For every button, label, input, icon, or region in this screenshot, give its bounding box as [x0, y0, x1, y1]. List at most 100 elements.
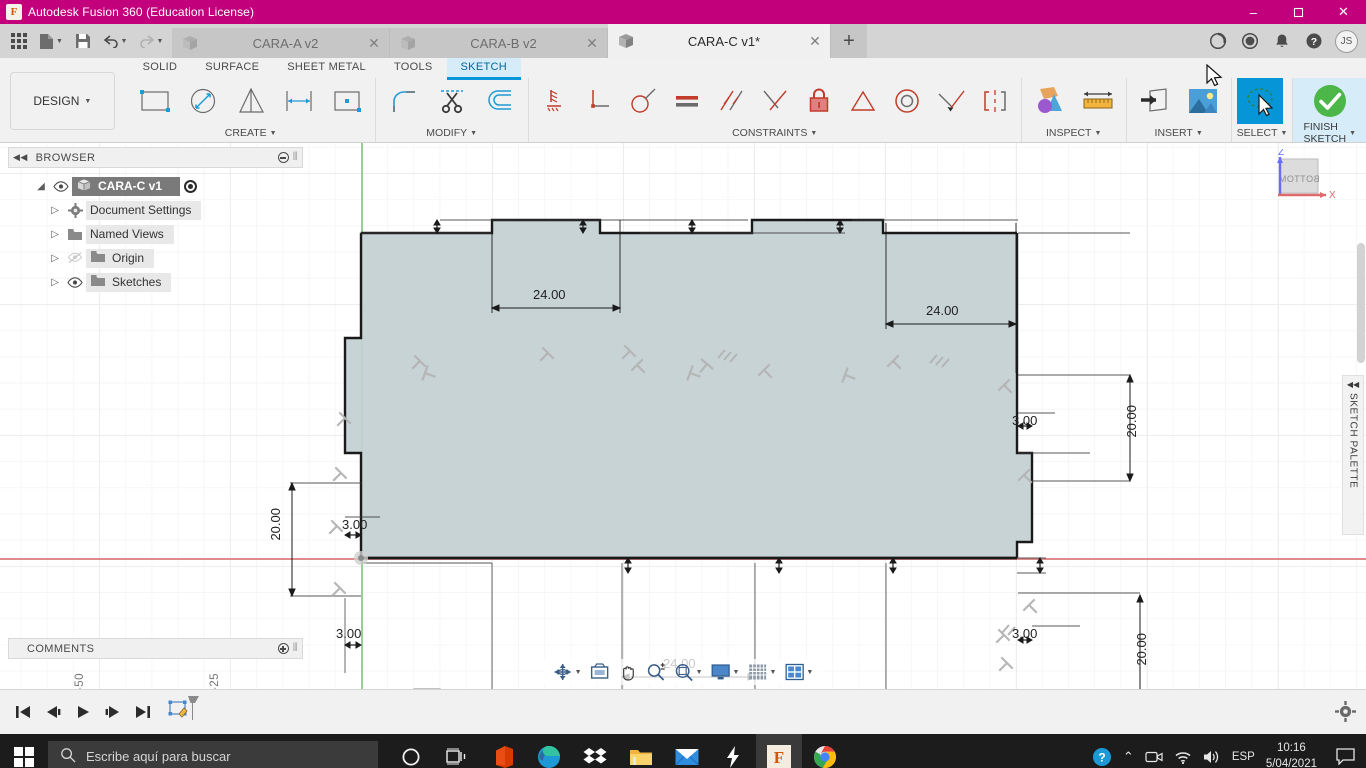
dimension-label[interactable]: 24.00 [533, 287, 566, 302]
dropbox-icon[interactable] [572, 734, 618, 768]
new-file-icon[interactable]: ▼ [34, 28, 68, 54]
save-icon[interactable] [70, 28, 96, 54]
sketch-top-edge[interactable] [361, 218, 1017, 235]
workspace-switcher-button[interactable]: DESIGN ▼ [10, 72, 115, 130]
group-label-constraints[interactable]: CONSTRAINTS ▼ [534, 124, 1016, 142]
help-icon[interactable]: ? [1303, 30, 1325, 52]
display-settings-icon[interactable]: ▼ [708, 663, 743, 681]
notifications-bell-icon[interactable] [1271, 30, 1293, 52]
document-tab-cara-a[interactable]: CARA-A v2 ✕ [172, 28, 390, 58]
browser-node[interactable]: Document Settings [86, 200, 202, 220]
jump-to-end-icon[interactable] [128, 697, 158, 727]
group-label-select[interactable]: SELECT ▼ [1237, 124, 1288, 142]
collapse-icon[interactable]: ◀◀ [13, 152, 28, 163]
visibility-eye-icon[interactable] [50, 180, 72, 192]
canvas-scrollbar[interactable] [1357, 243, 1365, 363]
zoom-icon[interactable] [643, 662, 669, 682]
tab-solid[interactable]: SOLID [129, 58, 192, 77]
taskbar-search-box[interactable]: Escribe aquí para buscar [48, 740, 378, 768]
browser-grip-icon[interactable]: ⦀ [293, 151, 298, 164]
equal-icon[interactable] [666, 78, 708, 124]
tab-sketch[interactable]: SKETCH [446, 58, 521, 80]
concentric-icon[interactable] [886, 78, 928, 124]
wifi-icon[interactable] [1174, 749, 1192, 765]
activate-component-radio[interactable] [184, 179, 198, 193]
redo-icon[interactable]: ▼ [134, 28, 168, 54]
windows-start-icon[interactable] [0, 734, 48, 768]
group-label-create[interactable]: CREATE ▼ [132, 124, 370, 142]
timeline-settings-icon[interactable] [1335, 701, 1356, 727]
insert-derive-icon[interactable] [1132, 78, 1178, 124]
add-comment-icon[interactable] [277, 643, 289, 654]
chevron-down-icon[interactable]: ▼ [84, 98, 91, 105]
chevron-down-icon[interactable]: ▼ [1281, 130, 1288, 137]
rectangle-center-icon[interactable] [324, 78, 370, 124]
finish-check-icon[interactable] [1307, 78, 1353, 124]
perpendicular-icon[interactable] [754, 78, 796, 124]
office-icon[interactable] [480, 734, 526, 768]
document-tab-cara-b[interactable]: CARA-B v2 ✕ [390, 28, 608, 58]
midpoint-icon[interactable] [842, 78, 884, 124]
dimension-label[interactable]: 20.00 [1124, 405, 1139, 438]
chevron-down-icon[interactable]: ▼ [270, 130, 277, 137]
group-label-insert[interactable]: INSERT ▼ [1132, 124, 1226, 142]
avatar[interactable]: JS [1335, 29, 1358, 53]
grid-snaps-icon[interactable]: ▼ [744, 663, 779, 681]
chevron-down-icon[interactable]: ▼ [1349, 130, 1356, 137]
expand-twisty-icon[interactable]: ◢ [32, 181, 50, 192]
chevron-down-icon[interactable]: ▼ [769, 669, 776, 676]
chevron-down-icon[interactable]: ▼ [56, 38, 63, 45]
edge-icon[interactable] [526, 734, 572, 768]
close-icon[interactable]: ✕ [583, 35, 601, 52]
sketch-timeline-node-icon[interactable] [168, 694, 202, 731]
step-back-icon[interactable] [38, 697, 68, 727]
dimension-label[interactable]: 3.00 [336, 626, 361, 641]
job-status-icon[interactable] [1207, 30, 1229, 52]
browser-item-sketches[interactable]: ▷ Sketches [8, 270, 303, 294]
language-indicator[interactable]: ESP [1232, 751, 1255, 763]
visibility-eye-off-icon[interactable] [64, 252, 86, 264]
expand-twisty-icon[interactable]: ▷ [46, 205, 64, 216]
chevron-down-icon[interactable]: ▼ [1094, 130, 1101, 137]
comments-panel[interactable]: COMMENTS ⦀ [8, 638, 303, 659]
lightning-icon[interactable] [710, 734, 756, 768]
expand-twisty-icon[interactable]: ▷ [46, 277, 64, 288]
new-tab-button[interactable]: + [831, 24, 867, 58]
file-explorer-icon[interactable] [618, 734, 664, 768]
close-button[interactable]: ✕ [1321, 0, 1366, 24]
group-label-inspect[interactable]: INSPECT ▼ [1027, 124, 1121, 142]
view-cube[interactable]: BOTTOM Z X [1264, 147, 1342, 219]
coincident-icon[interactable] [578, 78, 620, 124]
pan-hand-icon[interactable] [615, 662, 641, 682]
close-icon[interactable]: ✕ [806, 33, 824, 50]
collapse-icon[interactable]: ◀◀ [1347, 380, 1359, 389]
fillet-icon[interactable] [381, 78, 427, 124]
browser-node[interactable]: Sketches [86, 272, 172, 292]
dimension-label[interactable]: 20.00 [268, 508, 283, 541]
action-center-icon[interactable] [1328, 734, 1362, 768]
close-icon[interactable]: ✕ [365, 35, 383, 52]
browser-item-document-settings[interactable]: ▷ Document Settings [8, 198, 303, 222]
visibility-eye-icon[interactable] [64, 276, 86, 288]
chevron-down-icon[interactable]: ▼ [733, 669, 740, 676]
chevron-down-icon[interactable]: ▼ [1196, 130, 1203, 137]
recent-activity-icon[interactable] [1239, 30, 1261, 52]
chevron-down-icon[interactable]: ▼ [696, 669, 703, 676]
taskbar-clock[interactable]: 10:16 5/04/2021 [1266, 741, 1317, 768]
chevron-up-icon[interactable]: ⌃ [1123, 749, 1134, 765]
chevron-down-icon[interactable]: ▼ [470, 130, 477, 137]
task-view-icon[interactable] [434, 734, 480, 768]
section-analysis-icon[interactable] [1027, 78, 1073, 124]
collinear-icon[interactable] [930, 78, 972, 124]
chevron-down-icon[interactable]: ▼ [806, 669, 813, 676]
browser-item-origin[interactable]: ▷ Origin [8, 246, 303, 270]
tab-sheet-metal[interactable]: SHEET METAL [273, 58, 380, 77]
maximize-button[interactable] [1276, 0, 1321, 24]
circle-diameter-icon[interactable] [180, 78, 226, 124]
orbit-icon[interactable]: ▼ [550, 662, 585, 682]
rectangle-icon[interactable] [132, 78, 178, 124]
tangent-icon[interactable] [622, 78, 664, 124]
group-label-modify[interactable]: MODIFY ▼ [381, 124, 523, 142]
lock-icon[interactable] [798, 78, 840, 124]
chevron-down-icon[interactable]: ▼ [157, 38, 164, 45]
